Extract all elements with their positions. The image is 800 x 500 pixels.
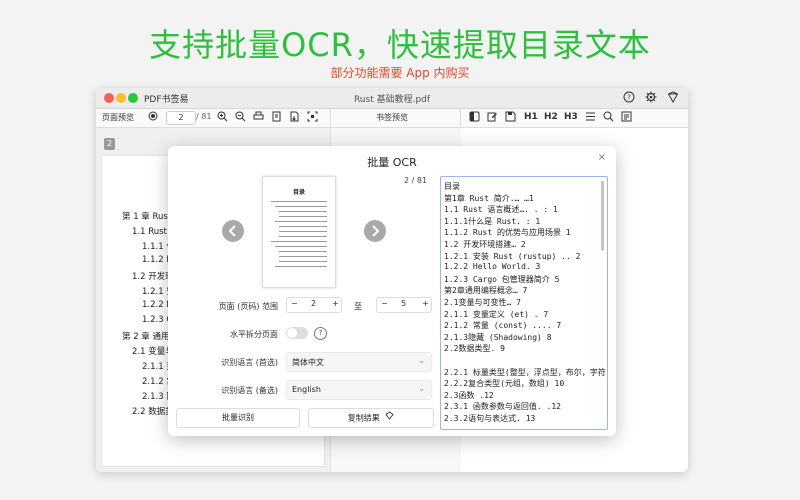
sidebar-icon[interactable] — [468, 111, 481, 124]
range-to-stepper[interactable]: − 5 + — [376, 297, 432, 313]
page-indicator: 2 / 81 — [404, 176, 428, 185]
secondary-language-select[interactable]: English ⌄ — [286, 380, 432, 400]
copy-result-label: 复制结果 — [347, 413, 380, 423]
export-icon[interactable] — [288, 111, 301, 124]
zoom-in-icon[interactable] — [216, 111, 229, 124]
crop-icon[interactable] — [306, 111, 319, 124]
chevron-down-icon: ⌄ — [418, 356, 425, 365]
close-window-button[interactable] — [104, 93, 114, 103]
scrollbar[interactable] — [601, 181, 604, 251]
record-icon[interactable] — [146, 111, 159, 124]
ocr-line: 1.2.1 安装 Rust (rustup) .. 2 — [444, 251, 581, 261]
increment-icon[interactable]: + — [422, 299, 429, 308]
edit-icon[interactable] — [486, 111, 499, 124]
primary-language-label: 识别语言 (首选) — [221, 358, 278, 367]
bookmark-preview-label: 书签预览 — [376, 113, 408, 122]
svg-text:?: ? — [627, 94, 631, 102]
ocr-line: 2.1.3隐藏 (Shadowing) 8 — [444, 332, 552, 342]
chevron-down-icon: ⌄ — [418, 384, 425, 393]
title-bar: PDF书签易 Rust 基础教程.pdf ? — [96, 88, 688, 109]
circle-question-icon[interactable]: ? — [622, 91, 636, 105]
zoom-out-icon[interactable] — [234, 111, 247, 124]
ocr-line: 2.3.2语句与表达式. 13 — [444, 414, 536, 423]
ocr-result-textarea[interactable]: 目录 第1章 Rust 简介.… …1 1.1 Rust 语言概述…. . : 11… — [440, 176, 608, 430]
ocr-line: 1.2.2 Hello World. 3 — [444, 262, 541, 272]
ocr-line: 2.2.1 标量类型(整型，浮点型，布尔，字符) — [444, 367, 608, 377]
range-label: 页面 (页码) 范围 — [218, 302, 278, 311]
ocr-line: 2.1.1 变量定义 (et) . 7 — [444, 309, 549, 319]
toolbar: 页面预览 2 / 81 书签预览 H1 H2 H3 — [96, 109, 688, 128]
next-page-button[interactable] — [364, 220, 386, 242]
page-preview-label: 页面预览 — [102, 113, 134, 122]
batch-recognize-button[interactable]: 批量识别 — [176, 408, 300, 428]
decrement-icon[interactable]: − — [291, 299, 298, 308]
gear-icon[interactable] — [644, 91, 658, 105]
ocr-line: 1.1 Rust 语言概述…. . : 1 — [444, 205, 558, 215]
document-icon[interactable] — [270, 111, 283, 124]
previous-page-button[interactable] — [222, 220, 244, 242]
copy-result-button[interactable]: 复制结果 — [308, 408, 434, 428]
split-toggle[interactable] — [286, 327, 308, 339]
heading-1-button[interactable]: H1 — [524, 112, 538, 122]
ocr-line: 第1章 Rust 简介.… …1 — [444, 193, 534, 203]
split-label: 水平拆分页面 — [230, 330, 278, 339]
app-name: PDF书签易 — [144, 95, 189, 105]
subline: 部分功能需要 App 内购买 — [330, 66, 470, 80]
increment-icon[interactable]: + — [332, 299, 339, 308]
minimize-window-button[interactable] — [116, 93, 126, 103]
headline: 支持批量OCR，快速提取目录文本 — [149, 26, 651, 64]
ocr-line: 2.1变量与可变性… 7 — [444, 298, 521, 307]
chevron-left-icon — [228, 225, 236, 237]
range-from-stepper[interactable]: − 2 + — [286, 297, 342, 313]
print-icon[interactable] — [252, 111, 265, 124]
list-icon[interactable] — [584, 111, 597, 124]
dialog-title: 批量 OCR — [367, 156, 417, 169]
ocr-line: 1.1.2 Rust 的优势与应用场景 1 — [444, 228, 571, 238]
decrement-icon[interactable]: − — [381, 299, 388, 308]
close-icon[interactable]: × — [598, 152, 606, 163]
ocr-line: 2.3函数 .12 — [444, 390, 494, 400]
page-badge: 2 — [104, 138, 115, 150]
shield-icon[interactable] — [666, 91, 680, 105]
maximize-window-button[interactable] — [128, 93, 138, 103]
primary-language-select[interactable]: 简体中文 ⌄ — [286, 352, 432, 372]
ocr-line: 2.1.2 常量 (const) .... 7 — [444, 321, 562, 331]
page-number-input[interactable]: 2 — [166, 111, 196, 125]
diamond-icon — [385, 409, 394, 427]
ocr-line: 1.2.3 Cargo 包管理器简介 5 — [444, 274, 560, 284]
heading-2-button[interactable]: H2 — [544, 112, 558, 122]
batch-ocr-dialog: 批量 OCR × 目录 2 / 81 页面 (页码) 范围 − 2 + 至 − … — [168, 146, 616, 436]
save-icon[interactable] — [504, 111, 517, 124]
range-from-value: 2 — [311, 299, 317, 308]
ocr-line: 2.2数据类型. 9 — [444, 344, 505, 354]
thumbnail-title: 目录 — [292, 189, 305, 196]
page-thumbnail: 目录 — [262, 176, 336, 288]
heading-3-button[interactable]: H3 — [564, 112, 578, 122]
range-to-label: 至 — [354, 302, 362, 311]
ocr-line: 目录 — [444, 182, 460, 191]
ocr-line: 第2章通用编程概念… 7 — [444, 286, 528, 296]
primary-language-value: 简体中文 — [292, 358, 324, 367]
ocr-line: 2.2.2复合类型(元组，数组) 10 — [444, 379, 565, 389]
secondary-language-value: English — [292, 385, 321, 394]
secondary-language-label: 识别语言 (备选) — [221, 386, 278, 395]
ocr-line: 2.3.1 函数参数与返回值. .12 — [444, 402, 561, 412]
ocr-line: 1.1.1什么是 Rust. : 1 — [444, 216, 541, 226]
range-to-value: 5 — [401, 299, 407, 308]
chevron-right-icon — [372, 225, 380, 237]
help-icon[interactable]: ? — [314, 327, 327, 340]
ocr-line: 1.2 开发环境搭建… 2 — [444, 240, 526, 249]
ocr-icon[interactable] — [620, 111, 633, 124]
page-total: / 81 — [196, 112, 212, 121]
search-icon[interactable] — [602, 111, 615, 124]
